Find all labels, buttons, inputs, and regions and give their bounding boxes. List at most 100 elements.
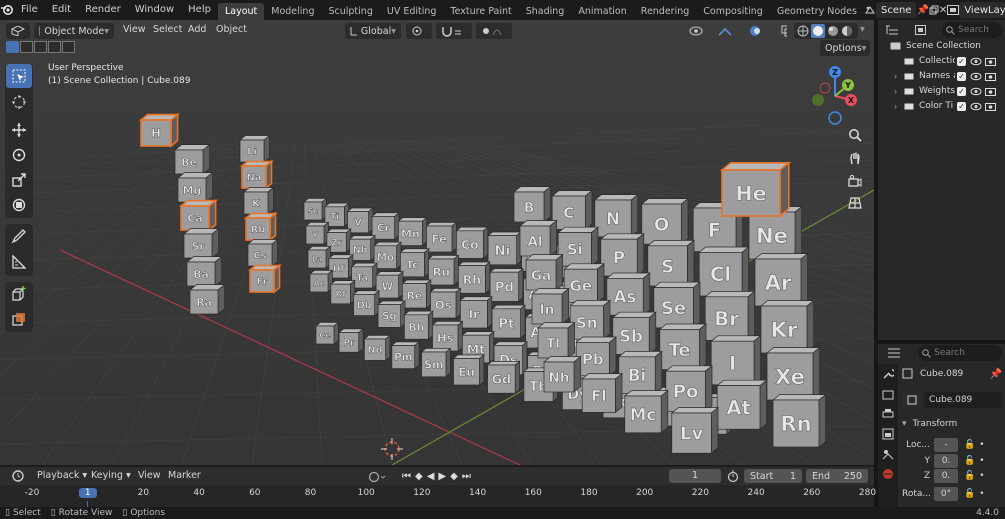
element-cube[interactable]: Fl [581,372,623,414]
element-cube[interactable]: Xe [766,346,821,401]
element-cube[interactable]: Y [305,221,330,245]
keyframe-dot-icon[interactable]: • [979,471,984,481]
viewport-menu-select[interactable]: Select [153,24,182,35]
location-z-field[interactable]: 0. [934,469,958,483]
view-object-types-button[interactable] [684,23,714,39]
rendered-shading-icon[interactable] [841,25,853,37]
workspace-tab-animation[interactable]: Animation [571,3,633,20]
render-tab[interactable] [878,384,898,404]
pin-scene-icon[interactable]: 📌 [916,5,928,16]
element-cube[interactable]: Nb [348,234,376,262]
element-cube[interactable]: Pt [491,304,526,339]
world-tab[interactable] [878,464,898,484]
scene-name-field[interactable]: Scene [875,2,917,18]
element-cube[interactable]: Bh [403,310,434,340]
scene-selector-icon[interactable] [864,2,876,18]
element-cube[interactable]: Rh [457,261,491,294]
element-cube[interactable]: Al [519,219,558,257]
element-cube[interactable]: Gd [486,360,521,394]
element-cube[interactable]: Po [664,365,713,413]
lock-icon[interactable]: 🔓 [964,489,975,499]
scale-tool[interactable] [6,168,32,192]
element-cube[interactable]: Pr [338,328,365,353]
element-cube[interactable]: Rn [772,393,827,448]
element-cube[interactable]: V [346,207,374,234]
keyframe-dot-icon[interactable]: • [979,456,984,466]
workspace-tab-sculpting[interactable]: Sculpting [321,3,379,20]
element-cube[interactable]: La [307,245,332,269]
include-checkbox-icon[interactable]: ✓ [957,56,966,66]
viewport-menu-object[interactable]: Object [216,24,247,35]
outliner-row-collection[interactable]: › Color Ti ✓ [878,99,1005,113]
timeline-editor-type-button[interactable] [6,469,30,483]
element-cube[interactable]: Be [174,143,211,175]
workspace-tab-uv-editing[interactable]: UV Editing [380,3,444,20]
end-frame-field[interactable]: End 250 [806,469,868,483]
workspace-tab-geometry-nodes[interactable]: Geometry Nodes [770,3,864,20]
view-layer-tab[interactable] [878,424,898,444]
element-cube[interactable]: Pm [390,341,421,370]
include-checkbox-icon[interactable]: ✓ [957,71,966,81]
render-camera-icon[interactable] [985,102,996,111]
element-cube[interactable]: Sb [611,311,657,356]
element-cube[interactable]: Ce [315,321,340,345]
view-layer-field[interactable]: ViewLayer [959,2,1005,18]
view-layer-icon[interactable] [947,5,960,15]
element-cube[interactable]: Re [401,279,432,309]
pin-icon[interactable]: 📌 [990,369,1002,380]
element-cube[interactable]: Nh [543,355,582,393]
element-cube[interactable]: Sr [183,227,220,259]
element-cube[interactable]: Pd [489,267,524,303]
pivot-point-button[interactable] [406,23,432,39]
element-cube[interactable]: Co [455,226,489,260]
expand-arrow-icon[interactable]: › [894,72,902,81]
element-cube[interactable]: Tc [399,248,430,278]
element-cube[interactable]: Mo [373,241,402,270]
workspace-tab-texture-paint[interactable]: Texture Paint [443,3,518,20]
current-frame-field[interactable]: 1 [669,469,721,483]
zoom-view-button[interactable] [844,124,866,146]
jump-keyframe-back-icon[interactable]: ◆ [415,471,423,482]
element-cube[interactable]: Sg [377,300,406,329]
viewport-menu-add[interactable]: Add [188,24,206,35]
element-cube[interactable]: Ni [487,231,522,266]
lock-icon[interactable]: 🔓 [964,471,975,481]
gizmo-toggle-button[interactable] [712,23,742,39]
render-camera-icon[interactable] [985,72,996,81]
menu-file[interactable]: File [14,0,45,20]
select-extend-icon[interactable] [20,41,33,53]
select-box-tool[interactable] [6,64,32,88]
jump-to-end-icon[interactable]: ⏭ [462,471,471,482]
select-intersect-icon[interactable] [62,41,75,53]
blender-logo-icon[interactable] [0,0,14,20]
element-cube[interactable]: Cs [247,238,279,267]
element-cube[interactable]: Br [704,290,756,342]
delete-scene-icon[interactable]: ✕ [939,5,947,16]
element-cube[interactable]: Eu [452,354,485,386]
element-cube[interactable]: Rf [329,279,356,305]
object-name-field[interactable]: Cube.089 [924,392,1002,408]
properties-editor-type-button[interactable] [882,346,906,360]
3d-viewport[interactable]: H Be Mg Ca Sr Ba Ra Li Na K Rb Cs Fr Sc Ti V Cr Mn Fe Co Ni C… [0,20,874,465]
viewport-menu-view[interactable]: View [123,24,146,35]
element-cube[interactable]: Rb [243,211,278,242]
perspective-toggle-button[interactable] [844,192,866,214]
active-object-row[interactable]: Cube.089 📌 [902,366,1002,382]
editor-type-button[interactable] [6,23,30,39]
element-cube[interactable]: Ge [563,263,605,304]
select-subtract-icon[interactable] [34,41,47,53]
lock-icon[interactable]: 🔓 [964,456,975,466]
timeline-menu-keying[interactable]: Keying ▾ [91,470,131,481]
copy-scene-icon[interactable] [929,5,939,15]
element-cube[interactable]: Ir [459,296,493,329]
move-tool[interactable] [6,118,32,142]
element-cube[interactable]: He [719,161,792,218]
cursor-tool[interactable] [6,90,32,114]
play-icon[interactable]: ▶ [438,471,446,482]
timeline-menu-marker[interactable]: Marker [168,470,201,481]
select-invert-icon[interactable] [48,41,61,53]
element-cube[interactable]: Ru [427,254,460,286]
outliner-editor-type-button[interactable] [882,23,902,37]
render-camera-icon[interactable] [985,57,996,66]
element-cube[interactable]: Fr [247,263,282,294]
